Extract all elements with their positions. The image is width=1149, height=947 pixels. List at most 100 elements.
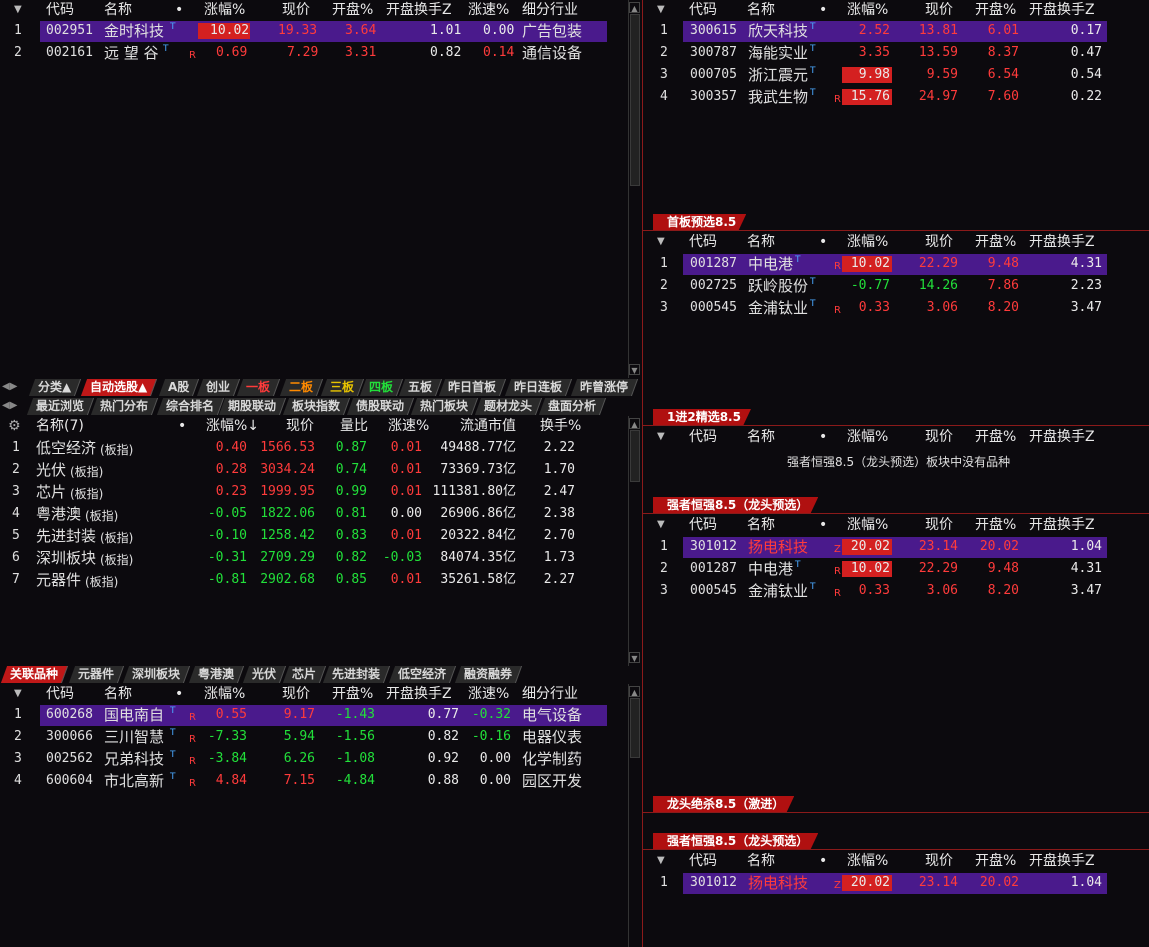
tab-bond-link[interactable]: 债股联动 [346,398,415,415]
scroll-up-icon[interactable]: ▲ [629,686,640,697]
table-row[interactable]: 2 300066 三川智慧 T R -7.33 5.94 -1.56 0.82 -0.16 电器仪表 [0,726,630,748]
table-row[interactable]: 1 600268 国电南自 T R 0.55 9.17 -1.43 0.77 -0.32 电气设备 [0,704,630,726]
tab-board3[interactable]: 三板 [320,379,365,396]
t-marker-icon: T [170,728,176,738]
col-name[interactable]: 名称 [104,0,132,20]
tl-scrollbar[interactable]: ▲ ▼ [628,0,640,378]
table-row[interactable]: 1 001287 中电港 T R 10.02 22.29 9.48 4.31 [643,253,1149,275]
table-row[interactable]: 2 300787 海能实业 T 3.35 13.59 8.37 0.47 [643,42,1149,64]
sort-triangle-icon[interactable]: ▼ [657,515,665,535]
scroll-up-icon[interactable]: ▲ [629,2,640,13]
tab-packaging[interactable]: 先进封装 [322,666,391,683]
col-speed[interactable]: 涨速% [468,0,509,20]
table-row[interactable]: 2 001287 中电港 T R 10.02 22.29 9.48 4.31 [643,558,1149,580]
tab-market-analysis[interactable]: 盘面分析 [538,398,607,415]
sort-triangle-icon[interactable]: ▼ [14,684,22,704]
right-table-header: ▼ 代码 名称 • 涨幅% 现价 开盘% 开盘换手Z [657,427,1095,447]
sector-row[interactable]: 3 芯片 (板指) 0.23 1999.95 0.99 0.01 111381.80亿 2.47 [0,481,630,503]
tab-components[interactable]: 元器件 [68,666,125,683]
tab-auto-pick[interactable]: 自动选股▲ [80,379,158,396]
scroll-up-icon[interactable]: ▲ [629,418,640,429]
tab-low-altitude[interactable]: 低空经济 [388,666,457,683]
tab-board1[interactable]: 一板 [236,379,281,396]
table-row[interactable]: 3 000545 金浦钛业 T R 0.33 3.06 8.20 3.47 [643,297,1149,319]
top-left-watchlist: ▼ 代码 名称 • 涨幅% 现价 开盘% 开盘换手Z 涨速% 细分行业 1 00… [0,0,642,378]
right-panel: ▼ 代码 名称 • 涨幅% 现价 开盘% 开盘换手Z 1 300615 欣天科技 T 2.52 13.81… [643,0,1149,947]
sector-row[interactable]: 6 深圳板块 (板指) -0.31 2709.29 0.82 -0.03 84074.35亿 1… [0,547,630,569]
tab-once-limit[interactable]: 昨曾涨停 [570,379,639,396]
scroll-down-icon[interactable]: ▼ [629,364,640,375]
tab-board4[interactable]: 四板 [359,379,404,396]
sector-row[interactable]: 7 元器件 (板指) -0.81 2902.68 0.85 0.01 35261.58亿 2.2… [0,569,630,591]
table-row[interactable]: 1 301012 扬电科技 Z 20.02 23.14 20.02 1.04 [643,536,1149,558]
tab-yesterday-chain[interactable]: 昨日连板 [504,379,573,396]
section-rule [643,230,1149,231]
table-row[interactable]: 2 002725 跃岭股份 T -0.77 14.26 7.86 2.23 [643,275,1149,297]
right-table-header: ▼ 代码 名称 • 涨幅% 现价 开盘% 开盘换手Z [657,0,1095,20]
bl-scrollbar[interactable]: ▲ [628,684,640,947]
table-row[interactable]: 4 600604 市北高新 T R 4.84 7.15 -4.84 0.88 0.00 园区开发 [0,770,630,792]
col-industry[interactable]: 细分行业 [522,0,578,20]
table-row[interactable]: 1 002951 金时科技 T 10.02 19.33 3.64 1.01 0.… [0,20,642,42]
col-price[interactable]: 现价 [282,0,310,20]
section-title[interactable]: 龙头绝杀8.5（激进） [653,796,794,813]
tab-board5[interactable]: 五板 [398,379,443,396]
col-open[interactable]: 开盘% [332,0,373,20]
sector-row[interactable]: 4 粤港澳 (板指) -0.05 1822.06 0.81 0.00 26906.86亿 2.3… [0,503,630,525]
table-row[interactable]: 4 300357 我武生物 T R 15.76 24.97 7.60 0.22 [643,86,1149,108]
section-title[interactable]: 强者恒强8.5（龙头预选） [653,833,818,850]
col-code[interactable]: 代码 [46,0,74,20]
related-stocks: ▼ 代码 名称 • 涨幅% 现价 开盘% 开盘换手Z 涨速% 细分行业 1 600… [0,684,630,947]
tab-theme-leader[interactable]: 题材龙头 [474,398,543,415]
sort-triangle-icon[interactable]: ▼ [14,0,22,20]
sector-row[interactable]: 5 先进封装 (板指) -0.10 1258.42 0.83 0.01 20322.84亿 2.… [0,525,630,547]
table-row[interactable]: 3 002562 兄弟科技 T R -3.84 6.26 -1.08 0.92 0.00 化学制药 [0,748,630,770]
table-row[interactable]: 3 000705 浙江震元 T 9.98 9.59 6.54 0.54 [643,64,1149,86]
tab-futures-link[interactable]: 期股联动 [218,398,287,415]
col-turnover[interactable]: 开盘换手Z [386,0,452,20]
sort-triangle-icon[interactable]: ▼ [657,0,665,20]
tab-hot-dist[interactable]: 热门分布 [90,398,159,415]
sort-triangle-icon[interactable]: ▼ [657,232,665,252]
tab-recent[interactable]: 最近浏览 [26,398,95,415]
right-table-header: ▼ 代码 名称 • 涨幅% 现价 开盘% 开盘换手Z [657,232,1095,252]
tab-sector-index[interactable]: 板块指数 [282,398,351,415]
table-row[interactable]: 1 300615 欣天科技 T 2.52 13.81 6.01 0.17 [643,20,1149,42]
sort-triangle-icon[interactable]: ▼ [657,851,665,871]
section-title[interactable]: 1进2精选8.5 [653,409,751,426]
gear-icon[interactable]: ⚙ [8,416,21,436]
tab-board2[interactable]: 二板 [279,379,324,396]
t-marker-icon: T [163,44,169,54]
sector-row[interactable]: 2 光伏 (板指) 0.28 3034.24 0.74 0.01 73369.73亿 1.70 [0,459,630,481]
t-marker-icon: T [810,277,816,287]
mid-header: ⚙ 名称(7) • 涨幅%↓ 现价 量比 涨速% 流通市值 换手% [8,416,582,436]
sector-row[interactable]: 1 低空经济 (板指) 0.40 1566.53 0.87 0.01 49488.77亿 2.2… [0,437,630,459]
section-title[interactable]: 强者恒强8.5（龙头预选） [653,497,818,514]
tab-margin[interactable]: 融资融券 [454,666,523,683]
tab-related[interactable]: 关联品种 [0,666,69,683]
tab-chip[interactable]: 芯片 [282,666,327,683]
tab-pv[interactable]: 光伏 [242,666,287,683]
tab-hot-sector[interactable]: 热门板块 [410,398,479,415]
table-row[interactable]: 1 301012 扬电科技 Z 20.02 23.14 20.02 1.04 [643,872,1149,894]
tab-left-arrow-icon[interactable]: ◀▶ [2,381,17,392]
tab-gem[interactable]: 创业 [196,379,241,396]
mid-scrollbar[interactable]: ▲ ▼ [628,416,640,666]
col-chg[interactable]: 涨幅% [204,0,245,20]
table-row[interactable]: 2 002161 远 望 谷 T R 0.69 7.29 3.31 0.82 0… [0,42,642,64]
tab-category[interactable]: 分类▲ [28,379,82,396]
section-rule [643,425,1149,426]
tab-shenzhen[interactable]: 深圳板块 [122,666,191,683]
empty-message: 强者恒强8.5（龙头预选）板块中没有品种 [787,455,1011,469]
tab-left-arrow-icon[interactable]: ◀▶ [2,400,17,411]
table-row[interactable]: 3 000545 金浦钛业 T R 0.33 3.06 8.20 3.47 [643,580,1149,602]
section-title[interactable]: 首板预选8.5 [653,214,746,231]
tab-ranking[interactable]: 综合排名 [156,398,225,415]
t-marker-icon: T [810,88,816,98]
tab-a-share[interactable]: A股 [158,379,200,396]
scroll-down-icon[interactable]: ▼ [629,652,640,663]
tab-yesterday-first[interactable]: 昨日首板 [438,379,507,396]
sort-triangle-icon[interactable]: ▼ [657,427,665,447]
t-marker-icon: T [170,22,176,32]
tab-gba[interactable]: 粤港澳 [188,666,245,683]
